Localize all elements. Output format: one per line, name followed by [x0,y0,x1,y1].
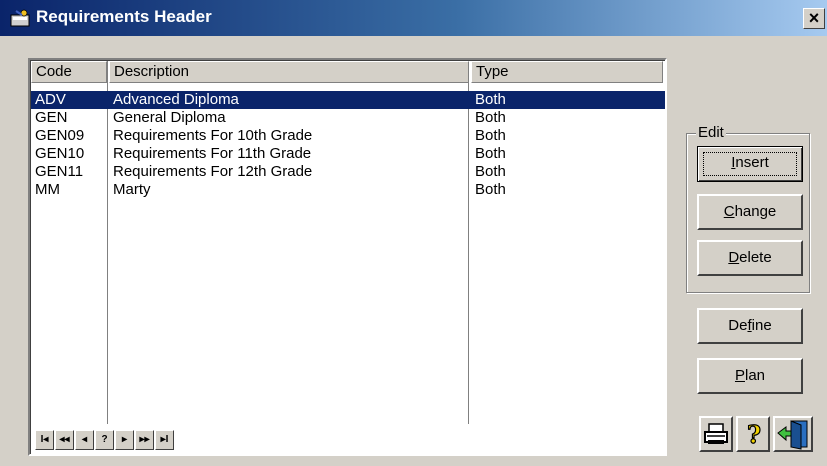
close-button[interactable]: × [803,8,825,29]
edit-group-label: Edit [696,124,726,141]
app-icon [10,9,30,27]
next-record-button[interactable]: ▸ [115,430,134,450]
next-page-button[interactable]: ▸▸ [135,430,154,450]
record-navigator: I◂ ◂◂ ◂ ? ▸ ▸▸ ▸I [35,430,175,450]
cell-description: Requirements For 11th Grade [113,145,312,162]
delete-button[interactable]: Delete [697,240,803,276]
table-row[interactable]: GEN11 Requirements For 12th Grade Both [31,163,665,181]
table-row[interactable]: GEN10 Requirements For 11th Grade Both [31,145,665,163]
print-button[interactable] [699,416,733,452]
cell-type: Both [475,109,506,126]
cell-description: Requirements For 12th Grade [113,163,313,180]
cell-code: MM [35,181,60,198]
cell-type: Both [475,145,506,162]
cell-type: Both [475,181,506,198]
cell-code: GEN11 [35,163,84,180]
requirements-header-window: Requirements Header × Code Description T… [0,0,827,466]
cell-description: Advanced Diploma [113,91,239,108]
table-row[interactable]: GEN General Diploma Both [31,109,665,127]
exit-button[interactable] [773,416,813,452]
plan-button[interactable]: Plan [697,358,803,394]
focus-indicator [703,152,797,176]
cell-type: Both [475,163,506,180]
printer-icon [704,423,728,444]
svg-text:?: ? [747,420,761,449]
grid-body: Code Description Type ADV Advanced Diplo… [30,60,665,454]
window-title: Requirements Header [36,7,212,26]
cell-code: GEN [35,109,68,126]
title-bar: Requirements Header × [0,0,827,36]
table-row[interactable]: ADV Advanced Diploma Both [31,91,665,109]
find-record-button[interactable]: ? [95,430,114,450]
define-button[interactable]: Define [697,308,803,344]
cell-code: GEN09 [35,127,85,144]
column-header-type[interactable]: Type [471,61,663,83]
cell-type: Both [475,91,506,108]
insert-button[interactable]: Insert [697,146,803,182]
help-button[interactable]: ? [736,416,770,452]
help-icon: ? [746,419,761,449]
column-header-code[interactable]: Code [31,61,107,83]
table-row[interactable]: GEN09 Requirements For 10th Grade Both [31,127,665,145]
change-button[interactable]: Change [697,194,803,230]
cell-description: General Diploma [113,109,226,126]
close-icon: × [808,8,820,28]
last-record-button[interactable]: ▸I [155,430,174,450]
requirements-grid[interactable]: Code Description Type ADV Advanced Diplo… [28,58,667,456]
previous-record-button[interactable]: ◂ [75,430,94,450]
previous-page-button[interactable]: ◂◂ [55,430,74,450]
table-row[interactable]: MM Marty Both [31,181,665,199]
cell-description: Marty [113,181,151,198]
column-header-description[interactable]: Description [109,61,469,83]
exit-door-icon [777,420,808,450]
cell-type: Both [475,127,506,144]
cell-description: Requirements For 10th Grade [113,127,313,144]
cell-code: ADV [35,91,66,108]
grid-header: Code Description Type [31,61,665,83]
cell-code: GEN10 [35,145,85,162]
first-record-button[interactable]: I◂ [35,430,54,450]
